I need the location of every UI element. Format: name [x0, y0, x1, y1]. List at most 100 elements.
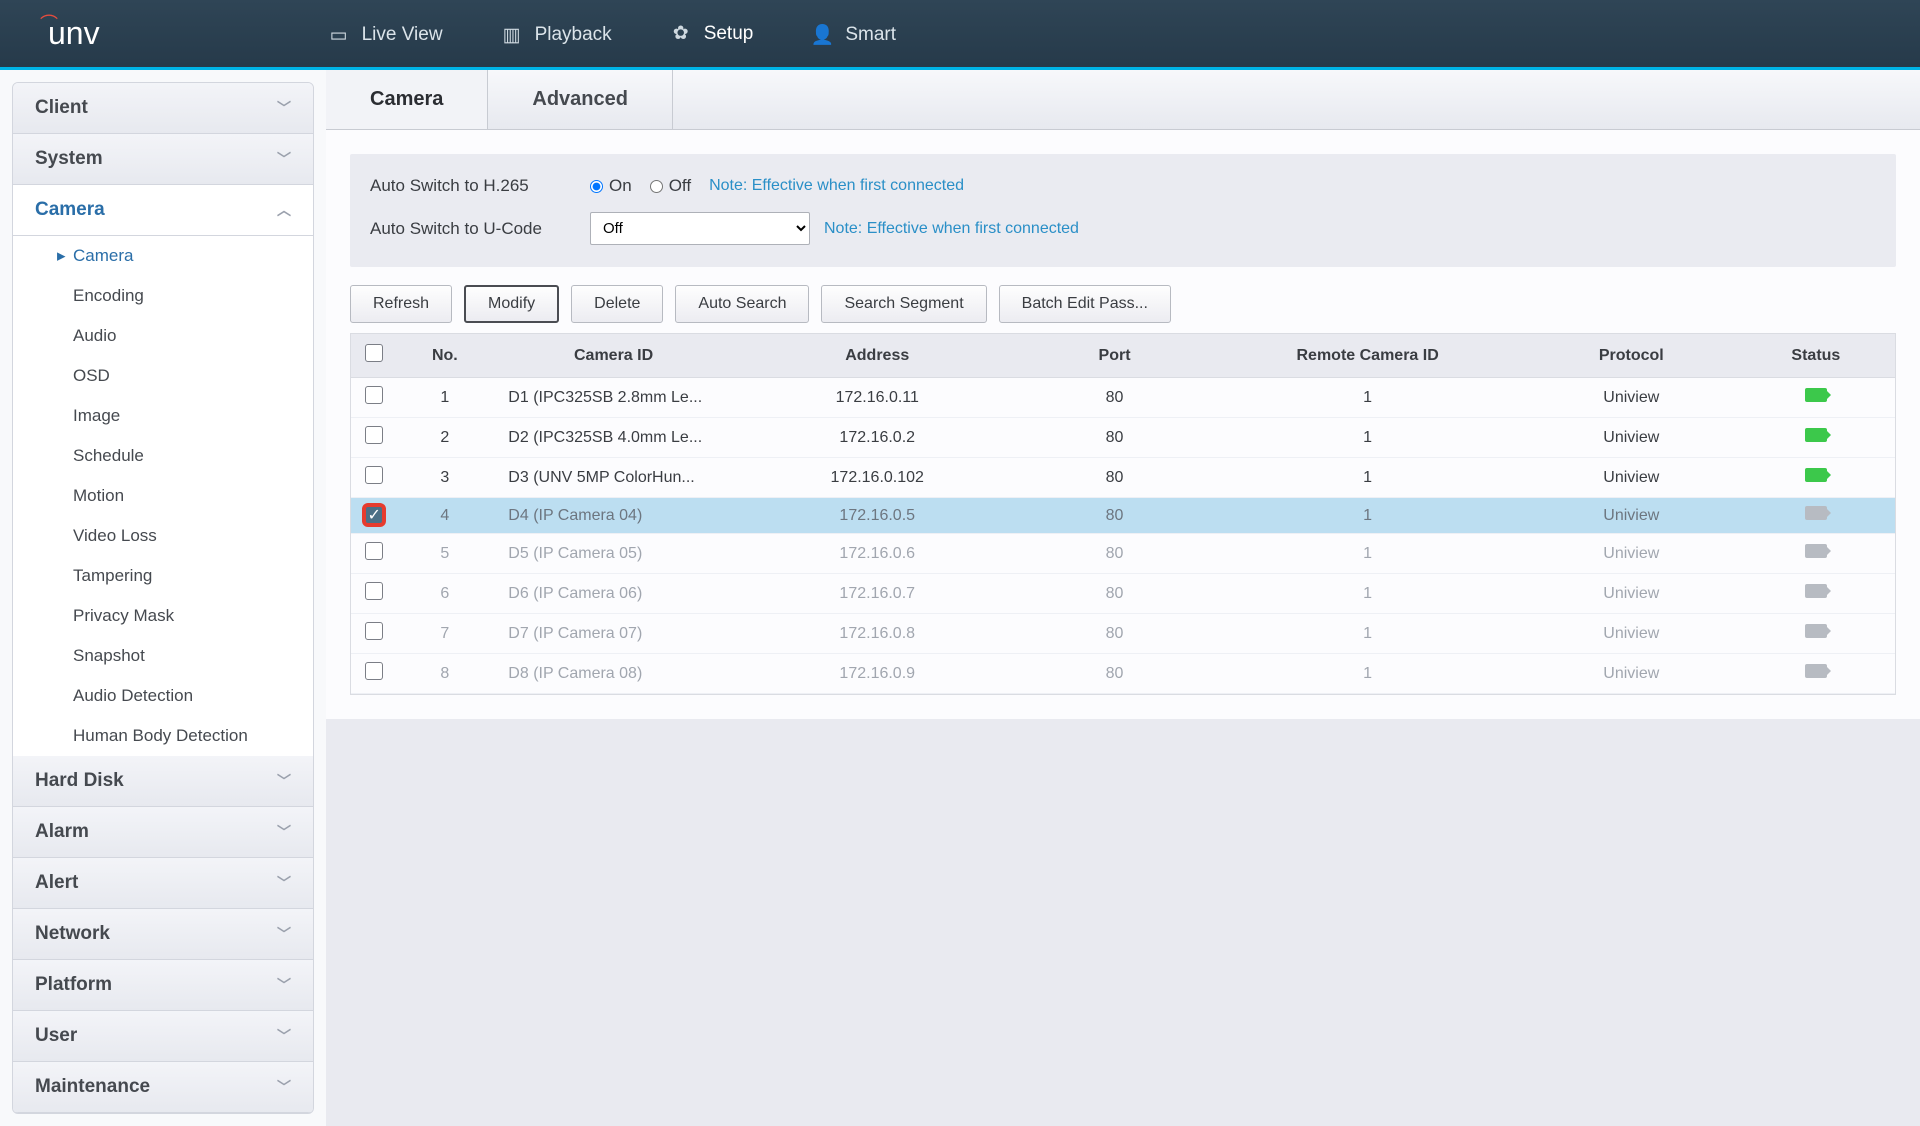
sidebar-item-hard-disk[interactable]: Hard Disk﹀: [13, 756, 313, 807]
cell-remote-id: 1: [1209, 498, 1525, 534]
sidebar-item-user[interactable]: User﹀: [13, 1011, 313, 1062]
col-address: Address: [735, 334, 1020, 378]
cell-remote-id: 1: [1209, 614, 1525, 654]
sidebar-sub-snapshot[interactable]: Snapshot: [13, 636, 313, 676]
person-icon: 👤: [813, 26, 831, 44]
row-checkbox[interactable]: ✓: [365, 506, 383, 524]
sidebar-sub-motion[interactable]: Motion: [13, 476, 313, 516]
refresh-button[interactable]: Refresh: [350, 285, 452, 323]
cell-protocol: Uniview: [1526, 458, 1737, 498]
cell-camera-id: D1 (IPC325SB 2.8mm Le...: [492, 378, 735, 418]
nav-label: Setup: [704, 23, 754, 45]
sidebar-sub-human-body-detection[interactable]: Human Body Detection: [13, 716, 313, 756]
cell-address: 172.16.0.5: [735, 498, 1020, 534]
camera-online-icon: [1805, 468, 1827, 482]
sidebar-item-maintenance[interactable]: Maintenance﹀: [13, 1062, 313, 1113]
table-row[interactable]: 2D2 (IPC325SB 4.0mm Le...172.16.0.2801Un…: [351, 418, 1895, 458]
radio-h265-on[interactable]: On: [590, 176, 632, 196]
nav-playback[interactable]: ▥Playback: [473, 0, 642, 70]
table-row[interactable]: 7D7 (IP Camera 07)172.16.0.8801Uniview: [351, 614, 1895, 654]
row-checkbox[interactable]: [365, 622, 383, 640]
col-no: No.: [397, 334, 492, 378]
col-port: Port: [1020, 334, 1210, 378]
chevron-down-icon: ﹀: [277, 873, 291, 893]
brand-logo: ⌒ unv: [30, 15, 100, 52]
batch-edit-pass-button[interactable]: Batch Edit Pass...: [999, 285, 1171, 323]
cell-protocol: Uniview: [1526, 654, 1737, 694]
cell-camera-id: D2 (IPC325SB 4.0mm Le...: [492, 418, 735, 458]
cell-address: 172.16.0.6: [735, 534, 1020, 574]
sidebar-sub-video-loss[interactable]: Video Loss: [13, 516, 313, 556]
toolbar: Refresh Modify Delete Auto Search Search…: [350, 285, 1896, 323]
table-row[interactable]: ✓4D4 (IP Camera 04)172.16.0.5801Uniview: [351, 498, 1895, 534]
sidebar-sub-camera[interactable]: Camera: [13, 236, 313, 276]
radio-h265-off[interactable]: Off: [650, 176, 691, 196]
nav-label: Playback: [535, 24, 612, 46]
table-row[interactable]: 1D1 (IPC325SB 2.8mm Le...172.16.0.11801U…: [351, 378, 1895, 418]
row-checkbox[interactable]: [365, 542, 383, 560]
chevron-down-icon: ﹀: [277, 975, 291, 995]
sidebar-item-client[interactable]: Client﹀: [13, 83, 313, 134]
setting-h265-note: Note: Effective when first connected: [709, 177, 964, 195]
sidebar-sub-schedule[interactable]: Schedule: [13, 436, 313, 476]
table-header-row: No. Camera ID Address Port Remote Camera…: [351, 334, 1895, 378]
search-segment-button[interactable]: Search Segment: [821, 285, 986, 323]
delete-button[interactable]: Delete: [571, 285, 663, 323]
table-row[interactable]: 6D6 (IP Camera 06)172.16.0.7801Uniview: [351, 574, 1895, 614]
settings-panel: Auto Switch to H.265 On Off Note: Effect…: [350, 154, 1896, 267]
col-status: Status: [1737, 334, 1895, 378]
row-checkbox[interactable]: [365, 426, 383, 444]
cell-no: 5: [397, 534, 492, 574]
cell-protocol: Uniview: [1526, 534, 1737, 574]
chevron-down-icon: ﹀: [277, 1077, 291, 1097]
row-checkbox[interactable]: [365, 662, 383, 680]
sidebar-sub-image[interactable]: Image: [13, 396, 313, 436]
row-checkbox[interactable]: [365, 582, 383, 600]
sidebar-sub-privacy-mask[interactable]: Privacy Mask: [13, 596, 313, 636]
auto-search-button[interactable]: Auto Search: [675, 285, 809, 323]
cell-address: 172.16.0.102: [735, 458, 1020, 498]
sidebar-sub-osd[interactable]: OSD: [13, 356, 313, 396]
select-ucode[interactable]: OffBasicAdvanced: [590, 212, 810, 245]
setting-ucode-label: Auto Switch to U-Code: [370, 219, 590, 239]
table-row[interactable]: 3D3 (UNV 5MP ColorHun...172.16.0.102801U…: [351, 458, 1895, 498]
modify-button[interactable]: Modify: [464, 285, 559, 323]
tab-advanced[interactable]: Advanced: [488, 70, 673, 129]
select-all-checkbox[interactable]: [365, 344, 383, 362]
cell-remote-id: 1: [1209, 378, 1525, 418]
cell-status: [1737, 614, 1895, 654]
cell-no: 7: [397, 614, 492, 654]
menu-label: Camera: [35, 199, 105, 221]
tab-camera[interactable]: Camera: [326, 70, 488, 129]
nav-live-view[interactable]: ▭Live View: [300, 0, 473, 70]
nav-smart[interactable]: 👤 Smart: [783, 0, 926, 70]
table-row[interactable]: 8D8 (IP Camera 08)172.16.0.9801Uniview: [351, 654, 1895, 694]
row-checkbox[interactable]: [365, 386, 383, 404]
nav-label: Smart: [845, 24, 896, 46]
row-checkbox[interactable]: [365, 466, 383, 484]
setting-ucode-note: Note: Effective when first connected: [824, 220, 1079, 238]
sidebar-item-platform[interactable]: Platform﹀: [13, 960, 313, 1011]
sidebar-item-network[interactable]: Network﹀: [13, 909, 313, 960]
cell-camera-id: D3 (UNV 5MP ColorHun...: [492, 458, 735, 498]
sidebar-item-alarm[interactable]: Alarm﹀: [13, 807, 313, 858]
sidebar-sub-tampering[interactable]: Tampering: [13, 556, 313, 596]
cell-address: 172.16.0.7: [735, 574, 1020, 614]
nav-setup[interactable]: ✿Setup: [642, 0, 784, 70]
submenu-camera: CameraEncodingAudioOSDImageScheduleMotio…: [13, 236, 313, 756]
cell-port: 80: [1020, 614, 1210, 654]
sidebar-sub-encoding[interactable]: Encoding: [13, 276, 313, 316]
table-row[interactable]: 5D5 (IP Camera 05)172.16.0.6801Uniview: [351, 534, 1895, 574]
camera-online-icon: [1805, 388, 1827, 402]
col-camera-id: Camera ID: [492, 334, 735, 378]
cell-port: 80: [1020, 654, 1210, 694]
sidebar-sub-audio-detection[interactable]: Audio Detection: [13, 676, 313, 716]
sidebar-item-alert[interactable]: Alert﹀: [13, 858, 313, 909]
sidebar-item-system[interactable]: System﹀: [13, 134, 313, 185]
sidebar-item-camera[interactable]: Camera︿: [13, 185, 313, 236]
cell-status: [1737, 498, 1895, 534]
sidebar-sub-audio[interactable]: Audio: [13, 316, 313, 356]
col-protocol: Protocol: [1526, 334, 1737, 378]
cell-no: 2: [397, 418, 492, 458]
menu-label: Client: [35, 97, 88, 119]
